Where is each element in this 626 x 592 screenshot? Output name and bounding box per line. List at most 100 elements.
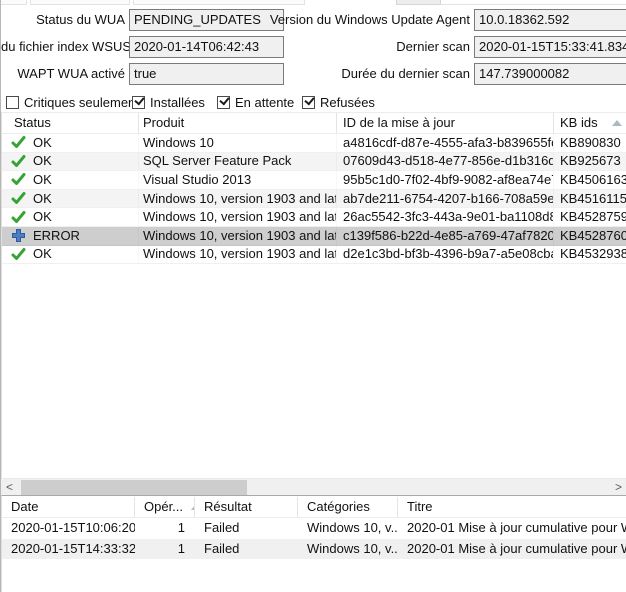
update-row[interactable]: OKWindows 10, version 1903 and laterab7d… bbox=[2, 190, 626, 209]
scroll-left-icon[interactable]: < bbox=[1, 479, 18, 496]
ok-icon bbox=[11, 191, 26, 206]
resultat-cell: Failed bbox=[195, 518, 298, 539]
date-cell: 2020-01-15T14:33:32 bbox=[2, 539, 135, 560]
status-cell: OK bbox=[2, 153, 139, 171]
wua-status-label: Status du WUA bbox=[1, 9, 125, 31]
operation-cell: 1 bbox=[135, 518, 195, 539]
last-scan-duration-label: Durée du dernier scan bbox=[246, 63, 470, 85]
kb-ids-cell: KB925673 bbox=[554, 153, 626, 171]
checkbox-refusees[interactable]: Refusées bbox=[302, 95, 375, 110]
checkbox-critiques-seulement[interactable]: Critiques seulement bbox=[6, 95, 139, 110]
checkbox-icon[interactable] bbox=[6, 96, 19, 109]
history-grid-body: 2020-01-15T10:06:201FailedWindows 10, v.… bbox=[2, 518, 626, 559]
updates-grid-header: Status Produit ID de la mise à jour KB i… bbox=[2, 113, 626, 134]
titre-cell: 2020-01 Mise à jour cumulative pour Wind bbox=[398, 539, 626, 560]
wapt-wua-enabled-label: WAPT WUA activé bbox=[1, 63, 125, 85]
column-header-kb-ids[interactable]: KB ids bbox=[554, 113, 626, 133]
status-cell: OK bbox=[2, 246, 139, 264]
last-scan-label: Dernier scan bbox=[246, 36, 470, 58]
last-scan-duration-field[interactable]: 147.739000082 bbox=[474, 63, 626, 85]
update-id-cell: a4816cdf-d87e-4555-afa3-b839655fc56... bbox=[337, 134, 554, 152]
ok-icon bbox=[11, 247, 26, 262]
wua-agent-version-field[interactable]: 10.0.18362.592 bbox=[474, 9, 626, 31]
status-cell: OK bbox=[2, 171, 139, 189]
ok-icon bbox=[11, 172, 26, 187]
column-header-produit[interactable]: Produit bbox=[139, 113, 337, 133]
tab-ghost bbox=[396, 0, 441, 5]
column-header-categories[interactable]: Catégories bbox=[298, 497, 398, 517]
ok-icon bbox=[11, 154, 26, 169]
column-header-operation[interactable]: Opér... bbox=[135, 497, 195, 517]
column-header-status[interactable]: Status bbox=[2, 113, 139, 133]
tab-ghost bbox=[30, 0, 130, 5]
status-cell: OK bbox=[2, 208, 139, 226]
column-header-label: KB ids bbox=[560, 113, 598, 133]
produit-cell: Windows 10, version 1903 and later bbox=[139, 246, 337, 264]
ok-icon bbox=[11, 210, 26, 225]
updates-grid: Status Produit ID de la mise à jour KB i… bbox=[1, 112, 626, 478]
kb-ids-cell: KB4516115 bbox=[554, 190, 626, 208]
produit-cell: Windows 10, version 1903 and later bbox=[139, 208, 337, 226]
checkbox-icon[interactable] bbox=[132, 96, 145, 109]
tab-ghost bbox=[0, 0, 27, 5]
column-header-titre[interactable]: Titre bbox=[398, 497, 626, 517]
date-cell: 2020-01-15T10:06:20 bbox=[2, 518, 135, 539]
update-row[interactable]: OKWindows 10, version 1903 and laterd2e1… bbox=[2, 246, 626, 265]
status-cell: ERROR bbox=[2, 227, 139, 245]
update-id-cell: 07609d43-d518-4e77-856e-d1b316d1b... bbox=[337, 153, 554, 171]
checkbox-en-attente[interactable]: En attente bbox=[217, 95, 294, 110]
produit-cell: Windows 10, version 1903 and later bbox=[139, 190, 337, 208]
kb-ids-cell: KB890830 bbox=[554, 134, 626, 152]
status-cell: OK bbox=[2, 134, 139, 152]
checkbox-label: En attente bbox=[235, 95, 294, 110]
scroll-right-icon[interactable]: > bbox=[610, 479, 626, 496]
history-row[interactable]: 2020-01-15T14:33:321FailedWindows 10, v.… bbox=[2, 539, 626, 560]
tab-strip-remnant bbox=[1, 0, 626, 5]
column-header-label: Opér... bbox=[144, 497, 183, 517]
checkbox-installees[interactable]: Installées bbox=[132, 95, 205, 110]
history-row[interactable]: 2020-01-15T10:06:201FailedWindows 10, v.… bbox=[2, 518, 626, 539]
categories-cell: Windows 10, v... bbox=[298, 518, 398, 539]
column-header-id[interactable]: ID de la mise à jour bbox=[337, 113, 554, 133]
kb-ids-cell: KB4528759 bbox=[554, 208, 626, 226]
checkbox-icon[interactable] bbox=[302, 96, 315, 109]
wua-agent-version-label: Version du Windows Update Agent bbox=[246, 9, 470, 31]
operation-cell: 1 bbox=[135, 539, 195, 560]
update-row[interactable]: ERRORWindows 10, version 1903 and laterc… bbox=[2, 227, 626, 246]
produit-cell: Visual Studio 2013 bbox=[139, 171, 337, 189]
update-id-cell: 26ac5542-3fc3-443a-9e01-ba1108d88d... bbox=[337, 208, 554, 226]
history-grid-header: Date Opér... Résultat Catégories Titre bbox=[2, 497, 626, 518]
history-grid: Date Opér... Résultat Catégories Titre 2… bbox=[1, 495, 626, 592]
update-row[interactable]: OKWindows 10a4816cdf-d87e-4555-afa3-b839… bbox=[2, 134, 626, 153]
checkbox-label: Refusées bbox=[320, 95, 375, 110]
tab-strip-line bbox=[441, 4, 626, 5]
update-row[interactable]: OKSQL Server Feature Pack07609d43-d518-4… bbox=[2, 153, 626, 172]
categories-cell: Windows 10, v... bbox=[298, 539, 398, 560]
sort-asc-icon bbox=[612, 120, 622, 126]
ok-icon bbox=[11, 135, 26, 150]
column-header-date[interactable]: Date bbox=[2, 497, 135, 517]
update-row[interactable]: OKVisual Studio 201395b5c1d0-7f02-4bf9-9… bbox=[2, 171, 626, 190]
tab-ghost bbox=[133, 0, 305, 5]
horizontal-scrollbar[interactable]: < > bbox=[1, 478, 626, 495]
titre-cell: 2020-01 Mise à jour cumulative pour Wind bbox=[398, 518, 626, 539]
resultat-cell: Failed bbox=[195, 539, 298, 560]
kb-ids-cell: KB4528760 bbox=[554, 227, 626, 245]
kb-ids-cell: KB4532938 bbox=[554, 246, 626, 264]
status-cell: OK bbox=[2, 190, 139, 208]
scrollbar-thumb[interactable] bbox=[21, 480, 247, 495]
checkbox-icon[interactable] bbox=[217, 96, 230, 109]
wua-updates-panel: Status du WUA PENDING_UPDATES du fichier… bbox=[0, 0, 626, 592]
produit-cell: SQL Server Feature Pack bbox=[139, 153, 337, 171]
produit-cell: Windows 10 bbox=[139, 134, 337, 152]
checkbox-label: Critiques seulement bbox=[24, 95, 139, 110]
error-icon bbox=[11, 228, 26, 243]
updates-grid-body: OKWindows 10a4816cdf-d87e-4555-afa3-b839… bbox=[2, 134, 626, 264]
update-id-cell: 95b5c1d0-7f02-4bf9-9082-af8ea74e7d... bbox=[337, 171, 554, 189]
column-header-resultat[interactable]: Résultat bbox=[195, 497, 298, 517]
last-scan-field[interactable]: 2020-01-15T15:33:41.834000 bbox=[474, 36, 626, 58]
update-row[interactable]: OKWindows 10, version 1903 and later26ac… bbox=[2, 208, 626, 227]
update-id-cell: d2e1c3bd-bf3b-4396-b9a7-a5e08cbaa... bbox=[337, 246, 554, 264]
update-id-cell: c139f586-b22d-4e85-a769-47af7820a7... bbox=[337, 227, 554, 245]
update-id-cell: ab7de211-6754-4207-b166-708a59e42c... bbox=[337, 190, 554, 208]
